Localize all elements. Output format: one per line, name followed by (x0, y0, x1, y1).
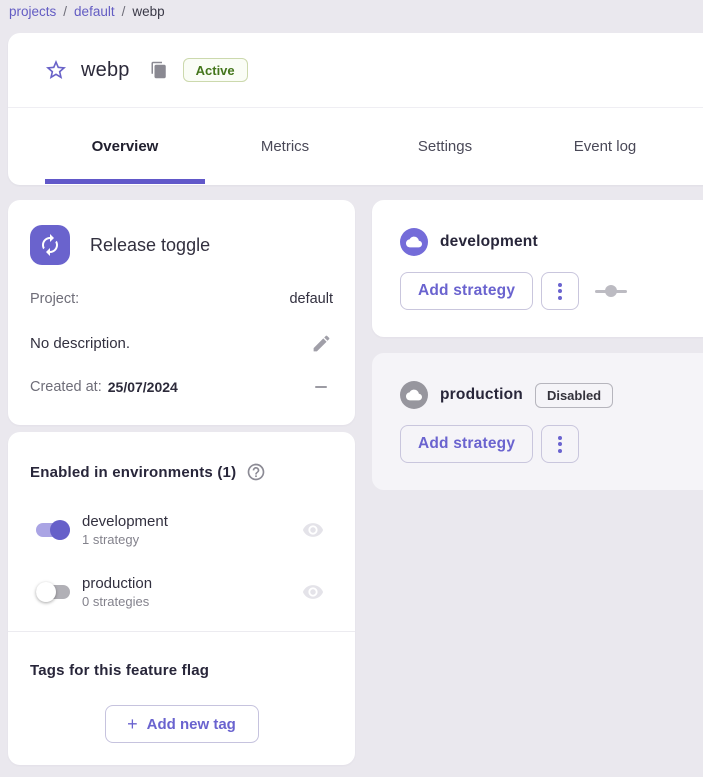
environment-cloud-badge (400, 381, 428, 409)
feature-header-card: webp Active Overview Metrics Settings Ev… (8, 33, 703, 185)
tab-event-log[interactable]: Event log (525, 108, 685, 184)
environments-title: Enabled in environments (1) (30, 464, 236, 481)
toggle-thumb (36, 582, 56, 602)
environment-strategy-count: 0 strategies (82, 594, 301, 609)
tags-title: Tags for this feature flag (30, 662, 333, 679)
flag-type-row: Release toggle (30, 225, 333, 265)
add-new-tag-label: Add new tag (147, 716, 236, 733)
tab-overview[interactable]: Overview (45, 108, 205, 184)
tab-settings-label: Settings (418, 138, 472, 155)
eye-icon (302, 519, 324, 541)
production-environment-actions: Add strategy (400, 425, 703, 463)
project-row: Project: default (30, 291, 333, 307)
status-badge: Active (183, 58, 248, 82)
cloud-icon (406, 387, 422, 403)
help-button[interactable] (246, 462, 266, 482)
description-text: No description. (30, 335, 130, 352)
tab-bar: Overview Metrics Settings Event log (8, 108, 703, 184)
project-value: default (289, 291, 333, 307)
plus-icon: + (127, 715, 138, 733)
environment-cloud-badge (400, 228, 428, 256)
environment-strategy-count: 1 strategy (82, 532, 301, 547)
eye-icon (302, 581, 324, 603)
kebab-dot (558, 289, 562, 293)
kebab-dot (558, 436, 562, 440)
kebab-dot (558, 283, 562, 287)
created-at-wrap: Created at: 25/07/2024 (30, 379, 178, 395)
created-at-value: 25/07/2024 (108, 379, 178, 395)
breadcrumb-separator: / (122, 4, 126, 19)
environment-card-name: development (440, 233, 538, 251)
environments-tags-card: Enabled in environments (1) development … (8, 432, 355, 765)
created-at-row: Created at: 25/07/2024 (30, 379, 333, 395)
edit-description-button[interactable] (309, 331, 333, 355)
view-environment-button[interactable] (301, 518, 325, 542)
kebab-dot (558, 296, 562, 300)
add-tag-row: + Add new tag (30, 705, 333, 743)
flag-type-label: Release toggle (90, 235, 210, 256)
add-new-tag-button[interactable]: + Add new tag (105, 705, 259, 743)
tab-settings[interactable]: Settings (365, 108, 525, 184)
star-icon (44, 58, 68, 82)
toggle-thumb (50, 520, 70, 540)
environment-name: production (82, 575, 301, 592)
card-divider (8, 631, 355, 632)
production-environment-card[interactable]: production Disabled Add strategy (372, 353, 703, 490)
pencil-icon (311, 333, 332, 354)
environment-toggle-row-development: development 1 strategy (30, 506, 333, 554)
cloud-icon (406, 234, 422, 250)
copy-name-button[interactable] (148, 59, 170, 81)
tab-metrics[interactable]: Metrics (205, 108, 365, 184)
breadcrumb: projects / default / webp (9, 1, 165, 21)
flag-details-card: Release toggle Project: default No descr… (8, 200, 355, 425)
tab-overview-label: Overview (92, 138, 159, 155)
environment-texts: production 0 strategies (82, 575, 301, 609)
more-actions-button[interactable] (541, 272, 579, 310)
production-toggle[interactable] (36, 582, 70, 602)
dash-icon (315, 386, 327, 388)
environments-title-row: Enabled in environments (1) (30, 462, 333, 482)
development-environment-actions: Add strategy (400, 272, 703, 310)
breadcrumb-link-projects[interactable]: projects (9, 4, 56, 19)
kebab-dot (558, 449, 562, 453)
description-row: No description. (30, 331, 333, 355)
breadcrumb-separator: / (63, 4, 67, 19)
disabled-badge: Disabled (535, 383, 613, 408)
copy-icon (150, 61, 168, 79)
development-environment-header: development (400, 228, 703, 256)
development-toggle[interactable] (36, 520, 70, 540)
more-actions-button[interactable] (541, 425, 579, 463)
status-indicator-icon (595, 285, 627, 297)
environment-card-name: production (440, 386, 523, 404)
page-title: webp (81, 59, 130, 82)
favorite-button[interactable] (44, 58, 68, 82)
feature-title-row: webp Active (8, 33, 703, 108)
release-toggle-icon-badge (30, 225, 70, 265)
project-label: Project: (30, 291, 79, 307)
development-environment-card[interactable]: development Add strategy (372, 200, 703, 337)
breadcrumb-current: webp (132, 4, 164, 19)
environment-name: development (82, 513, 301, 530)
add-strategy-button[interactable]: Add strategy (400, 272, 533, 310)
tab-event-log-label: Event log (574, 138, 637, 155)
help-circle-icon (246, 462, 266, 482)
environment-texts: development 1 strategy (82, 513, 301, 547)
kebab-dot (558, 442, 562, 446)
active-tab-indicator (45, 179, 205, 184)
tab-metrics-label: Metrics (261, 138, 309, 155)
breadcrumb-link-default[interactable]: default (74, 4, 115, 19)
environment-toggle-row-production: production 0 strategies (30, 568, 333, 616)
add-strategy-button[interactable]: Add strategy (400, 425, 533, 463)
sync-arrows-icon (38, 233, 62, 257)
view-environment-button[interactable] (301, 580, 325, 604)
production-environment-header: production Disabled (400, 381, 703, 409)
created-at-label: Created at: (30, 379, 102, 395)
